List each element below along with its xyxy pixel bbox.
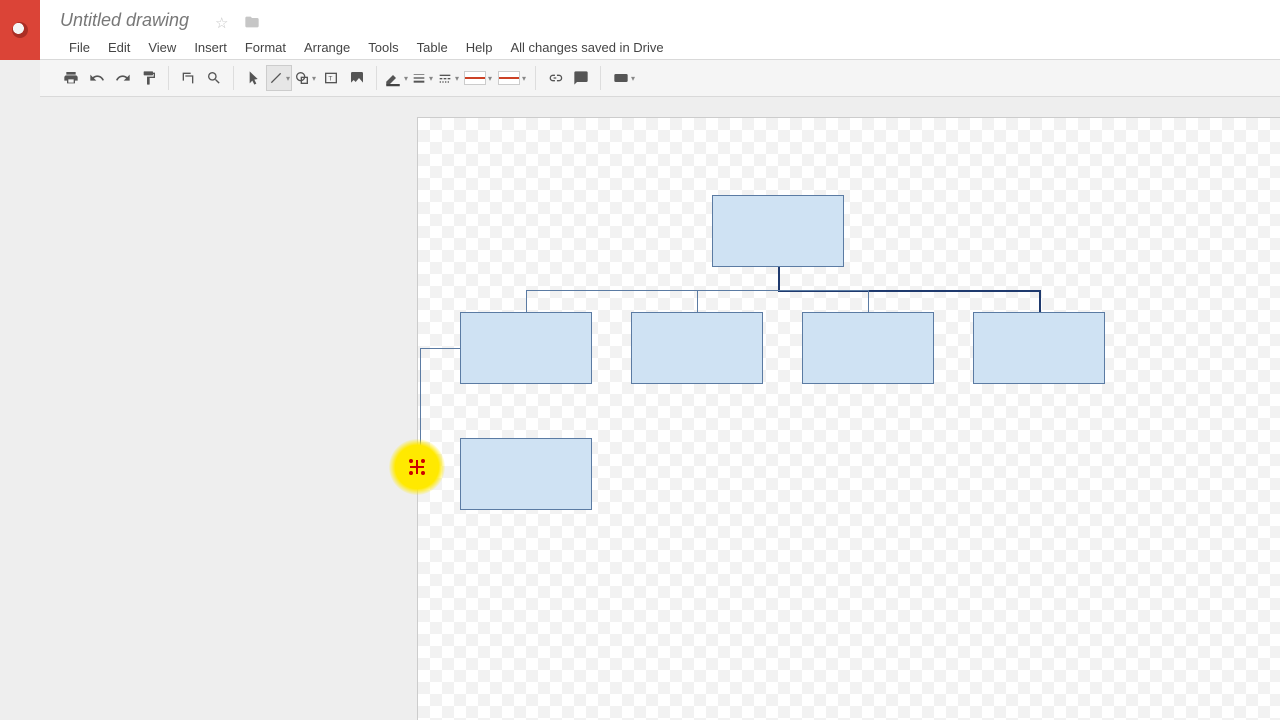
app-logo[interactable] <box>0 0 40 60</box>
menu-bar: File Edit View Insert Format Arrange Too… <box>60 38 673 57</box>
line-tool-icon[interactable]: ▾ <box>266 65 292 91</box>
workspace <box>0 97 1280 720</box>
diagram-box-c2[interactable] <box>631 312 763 384</box>
menu-edit[interactable]: Edit <box>99 38 139 57</box>
image-tool-icon[interactable] <box>344 65 370 91</box>
select-tool-icon[interactable] <box>240 65 266 91</box>
connector-0[interactable] <box>778 267 780 291</box>
redo-icon[interactable] <box>110 65 136 91</box>
menu-file[interactable]: File <box>60 38 99 57</box>
diagram-box-c1[interactable] <box>460 312 592 384</box>
undo-icon[interactable] <box>84 65 110 91</box>
menu-tools[interactable]: Tools <box>359 38 407 57</box>
diagram-box-leaf1[interactable] <box>460 438 592 510</box>
menu-table[interactable]: Table <box>408 38 457 57</box>
menu-view[interactable]: View <box>139 38 185 57</box>
cursor-highlight <box>389 439 445 495</box>
paint-format-icon[interactable] <box>136 65 162 91</box>
diagram-box-root[interactable] <box>712 195 844 267</box>
crop-icon[interactable] <box>175 65 201 91</box>
comment-icon[interactable] <box>568 65 594 91</box>
menu-insert[interactable]: Insert <box>185 38 236 57</box>
shape-tool-icon[interactable]: ▾ <box>292 65 318 91</box>
textbox-tool-icon[interactable]: T <box>318 65 344 91</box>
line-color-icon[interactable]: ▾ <box>383 65 409 91</box>
move-cursor-icon <box>410 460 424 474</box>
print-icon[interactable] <box>58 65 84 91</box>
line-weight-icon[interactable]: ▾ <box>409 65 435 91</box>
canvas[interactable] <box>417 117 1280 720</box>
menu-arrange[interactable]: Arrange <box>295 38 359 57</box>
connector-8[interactable] <box>420 348 421 448</box>
link-icon[interactable] <box>542 65 568 91</box>
document-title[interactable]: Untitled drawing <box>60 10 189 31</box>
connector-6[interactable] <box>868 290 869 312</box>
zoom-icon[interactable] <box>201 65 227 91</box>
line-dash-icon[interactable]: ▾ <box>435 65 461 91</box>
svg-text:T: T <box>328 76 332 83</box>
menu-format[interactable]: Format <box>236 38 295 57</box>
star-icon[interactable]: ☆ <box>215 14 228 32</box>
toolbar: ▾ ▾ T ▾ ▾ ▾ ▾ ▾ ▾ <box>40 60 1280 97</box>
connector-5[interactable] <box>697 290 698 312</box>
save-status: All changes saved in Drive <box>501 38 672 57</box>
connector-2[interactable] <box>1039 290 1041 312</box>
folder-icon[interactable] <box>244 14 260 34</box>
diagram-box-c4[interactable] <box>973 312 1105 384</box>
connector-4[interactable] <box>526 290 527 312</box>
diagram-box-c3[interactable] <box>802 312 934 384</box>
connector-7[interactable] <box>420 348 460 349</box>
input-tools-icon[interactable]: ▾ <box>607 65 641 91</box>
logo-icon <box>12 22 28 38</box>
menu-help[interactable]: Help <box>457 38 502 57</box>
line-start-icon[interactable]: ▾ <box>461 65 495 91</box>
line-end-icon[interactable]: ▾ <box>495 65 529 91</box>
titlebar: Untitled drawing ☆ File Edit View Insert… <box>40 0 1280 60</box>
